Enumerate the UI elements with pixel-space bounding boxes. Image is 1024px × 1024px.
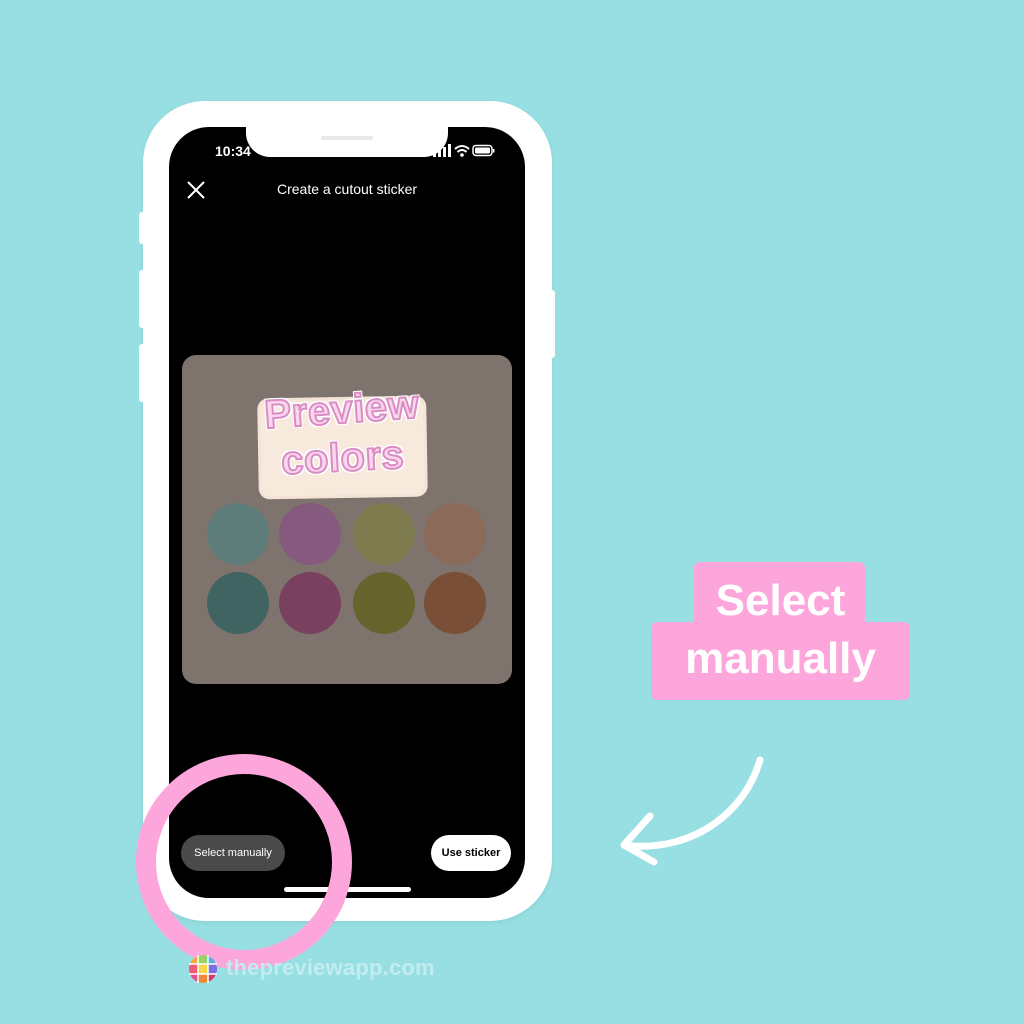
signal-icon <box>433 144 451 157</box>
callout-line-1: Select <box>715 576 846 625</box>
footer-brand-text: thepreviewapp.com <box>226 955 435 980</box>
wifi-icon <box>454 145 470 157</box>
phone-volume-down <box>139 344 145 402</box>
sticker-word-2: colors <box>279 432 406 484</box>
color-swatch <box>207 503 269 565</box>
screen-title: Create a cutout sticker <box>276 181 418 197</box>
color-swatch <box>353 572 415 634</box>
sticker-word-1: Preview <box>262 382 421 439</box>
color-swatch <box>279 503 341 565</box>
callout-label: Select manually <box>651 572 910 688</box>
phone-power-button <box>549 290 555 358</box>
color-swatch <box>424 572 486 634</box>
phone-silent-switch <box>139 212 145 244</box>
speaker-grille <box>321 136 373 140</box>
arrow-icon <box>620 756 764 866</box>
color-swatch <box>279 572 341 634</box>
select-manually-button[interactable]: Select manually <box>181 835 285 871</box>
phone-notch <box>246 127 448 157</box>
status-time: 10:34 <box>215 143 251 159</box>
phone-screen: 10:34 Create a cutout sticker Preview co… <box>169 127 525 898</box>
use-sticker-button[interactable]: Use sticker <box>431 835 511 871</box>
color-swatch <box>207 572 269 634</box>
home-indicator <box>284 887 411 892</box>
phone-volume-up <box>139 270 145 328</box>
status-icons <box>433 144 495 163</box>
sticker-preview-card: Preview colors <box>182 355 512 684</box>
callout-line-2: manually <box>685 634 876 683</box>
color-swatch <box>424 503 486 565</box>
color-swatch <box>353 503 415 565</box>
brand-logo-icon <box>189 955 217 983</box>
sticker-label: Preview colors <box>260 382 425 497</box>
battery-icon <box>472 144 495 157</box>
